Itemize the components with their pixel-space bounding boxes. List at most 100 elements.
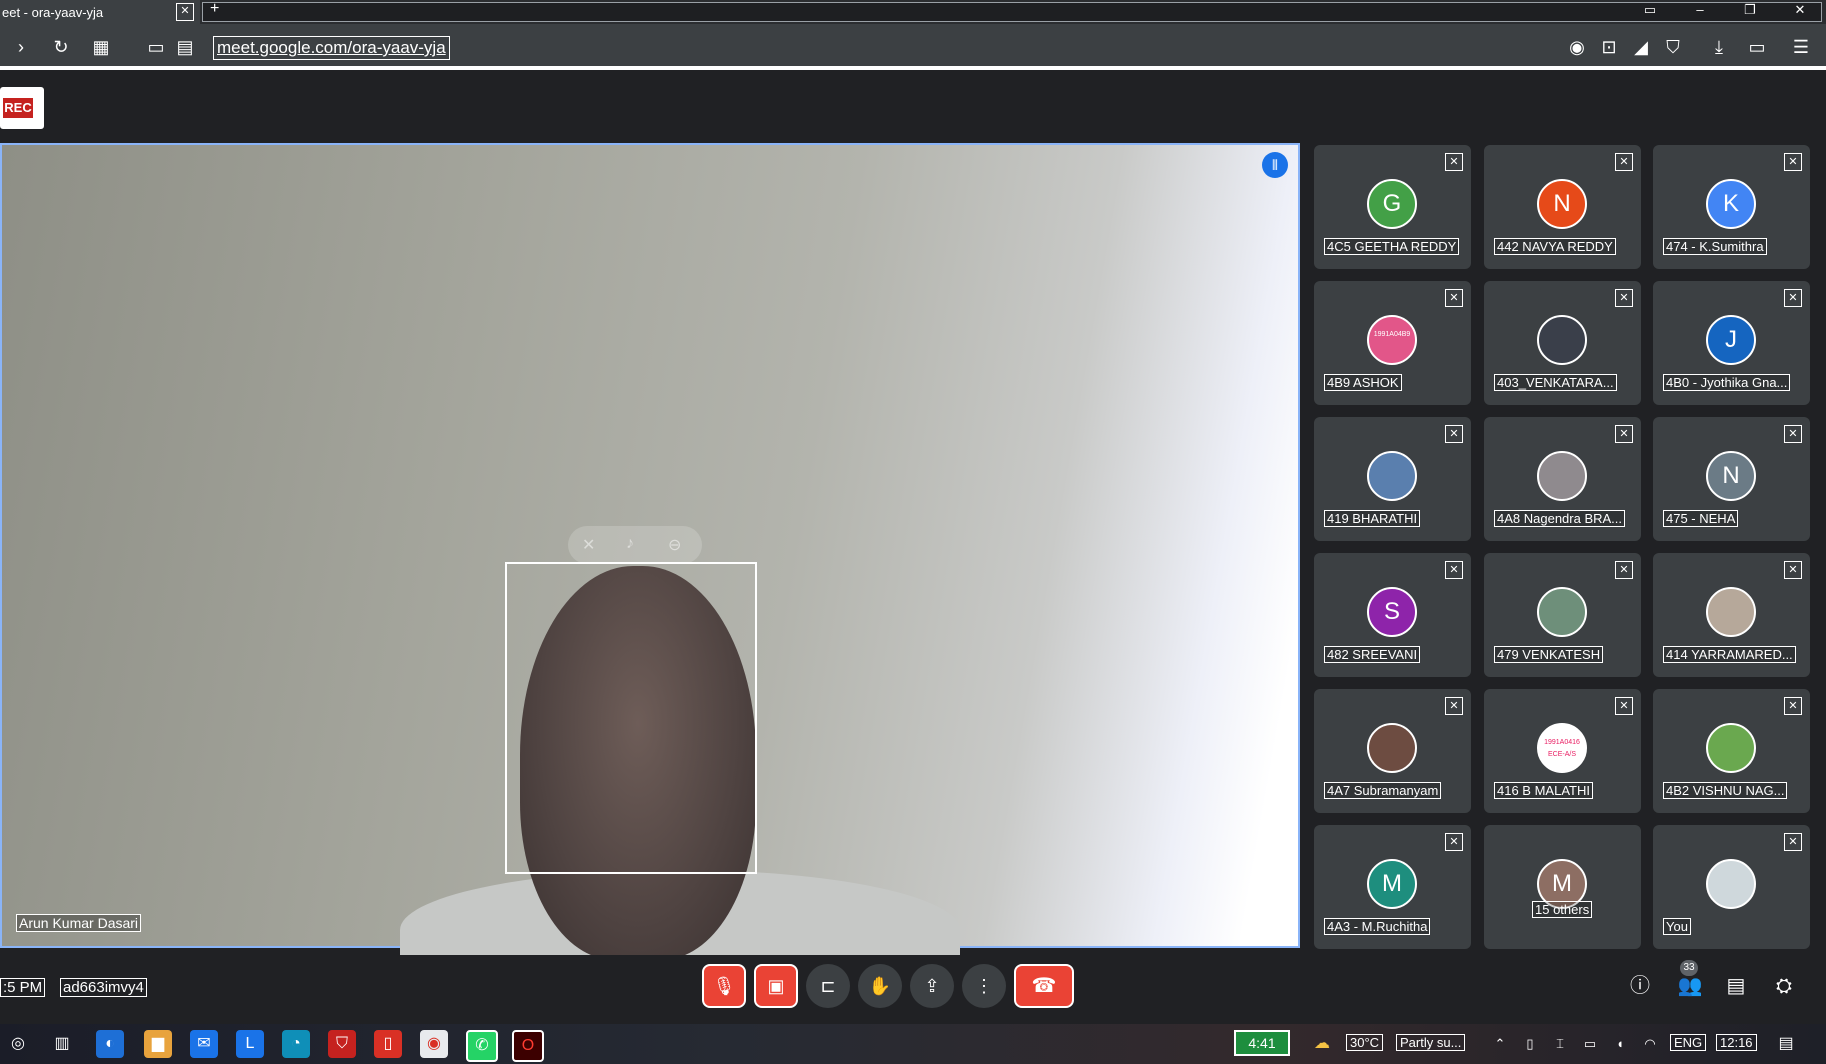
participant-name: You <box>1663 918 1691 935</box>
camera-off-icon: ✕ <box>1615 697 1633 715</box>
participant-tile[interactable]: ✕ G 4C5 GEETHA REDDY <box>1314 145 1471 269</box>
weather-desc[interactable]: Partly su... <box>1396 1034 1466 1051</box>
language-indicator[interactable]: ENG <box>1670 1034 1707 1051</box>
camera-off-icon: ✕ <box>1445 425 1463 443</box>
participant-name: 4C5 GEETHA REDDY <box>1324 238 1460 255</box>
file-explorer-icon[interactable]: ▆ <box>144 1030 172 1058</box>
device-icon[interactable]: ▯ <box>1516 1030 1544 1058</box>
task-view-icon[interactable]: ▥ <box>48 1030 76 1058</box>
recording-badge: REC <box>0 87 44 129</box>
participant-tile[interactable]: ✕ M 4A3 - M.Ruchitha <box>1314 825 1471 949</box>
snapshot-icon[interactable]: ⊡ <box>1598 36 1620 58</box>
start-icon[interactable]: ◎ <box>4 1030 32 1058</box>
screenshot-icon[interactable]: ▭ <box>145 36 167 58</box>
speed-dial-icon[interactable]: ▦ <box>90 36 112 58</box>
participant-name: 4B9 ASHOK <box>1324 374 1402 391</box>
notifications-icon[interactable]: ▤ <box>1772 1030 1800 1058</box>
participant-tile[interactable]: M 15 others <box>1484 825 1641 949</box>
raise-hand-button[interactable]: ✋ <box>858 964 902 1008</box>
weather-temp[interactable]: 30°C <box>1346 1034 1384 1051</box>
leave-call-button[interactable]: ☎ <box>1014 964 1074 1008</box>
avatar: J <box>1706 315 1756 365</box>
camera-off-icon: ✕ <box>1445 561 1463 579</box>
participant-tile[interactable]: ✕ N 475 - NEHA <box>1653 417 1810 541</box>
reload-icon[interactable]: ↻ <box>50 36 72 58</box>
whatsapp-icon[interactable]: ✆ <box>466 1030 498 1062</box>
participant-tile[interactable]: ✕ You <box>1653 825 1810 949</box>
speaker-name: Arun Kumar Dasari <box>16 914 142 932</box>
participant-tile[interactable]: ✕ 4A8 Nagendra BRA... <box>1484 417 1641 541</box>
opera-icon[interactable]: O <box>512 1030 544 1062</box>
participant-tile[interactable]: ✕ 1991A0416 ECE-A/S 416 B MALATHI <box>1484 689 1641 813</box>
avatar <box>1706 723 1756 773</box>
volume-icon[interactable]: ◖ <box>1606 1030 1634 1058</box>
more-options-button[interactable]: ⋮ <box>962 964 1006 1008</box>
camera-off-icon: ✕ <box>1784 561 1802 579</box>
avatar: 1991A0416 ECE-A/S <box>1537 723 1587 773</box>
avatar: G <box>1367 179 1417 229</box>
menu-icon[interactable]: ☰ <box>1790 36 1812 58</box>
battery-indicator[interactable]: 4:41 <box>1234 1030 1290 1056</box>
restore-icon[interactable]: ❐ <box>1740 2 1760 18</box>
clock[interactable]: 12:16 <box>1716 1034 1757 1051</box>
participant-tile[interactable]: ✕ 419 BHARATHI <box>1314 417 1471 541</box>
participant-name: 414 YARRAMARED... <box>1663 646 1796 663</box>
tab-strip <box>202 2 1822 22</box>
forward-icon[interactable]: › <box>10 36 32 58</box>
participant-tile[interactable]: ✕ 4B2 VISHNU NAG... <box>1653 689 1810 813</box>
remove-icon[interactable]: ⊖ <box>668 535 681 555</box>
tile-hover-controls[interactable]: ✕ ♪ ⊖ <box>568 526 702 564</box>
office-icon[interactable]: ▯ <box>374 1030 402 1058</box>
address-bar[interactable]: meet.google.com/ora-yaav-yja <box>213 36 450 60</box>
avatar <box>1537 587 1587 637</box>
mail-icon[interactable]: ✉ <box>190 1030 218 1058</box>
pin-icon[interactable]: ✕ <box>582 535 595 555</box>
new-tab-button[interactable]: + <box>210 0 219 18</box>
wifi-icon[interactable]: ◠ <box>1636 1030 1664 1058</box>
site-security-icon[interactable]: ▤ <box>174 36 196 58</box>
participant-tile[interactable]: ✕ N 442 NAVYA REDDY <box>1484 145 1641 269</box>
chat-icon[interactable]: ▤ <box>1722 972 1750 1000</box>
participant-tile[interactable]: ✕ 479 VENKATESH <box>1484 553 1641 677</box>
participant-tile[interactable]: ✕ 403_VENKATARA... <box>1484 281 1641 405</box>
download-icon[interactable]: ⤓ <box>1708 36 1730 58</box>
participant-tile[interactable]: ✕ 4A7 Subramanyam <box>1314 689 1471 813</box>
participant-tile[interactable]: ✕ K 474 - K.Sumithra <box>1653 145 1810 269</box>
send-icon[interactable]: ◢ <box>1630 36 1652 58</box>
minimize-icon[interactable]: – <box>1690 2 1710 18</box>
participant-tile[interactable]: ✕ J 4B0 - Jyothika Gna... <box>1653 281 1810 405</box>
captions-button[interactable]: ⊏ <box>806 964 850 1008</box>
meeting-info-icon[interactable]: ⓘ <box>1626 972 1654 1000</box>
edge-icon[interactable]: ◐ <box>96 1030 124 1058</box>
mute-icon[interactable]: ♪ <box>626 535 634 553</box>
participant-tile[interactable]: ✕ S 482 SREEVANI <box>1314 553 1471 677</box>
tab-close-icon[interactable]: ✕ <box>176 3 194 21</box>
camera-icon[interactable]: ◉ <box>1566 36 1588 58</box>
participant-name: 479 VENKATESH <box>1494 646 1604 663</box>
present-button[interactable]: ⇪ <box>910 964 954 1008</box>
weather-icon[interactable]: ☁ <box>1308 1030 1336 1058</box>
camera-off-icon: ✕ <box>1445 697 1463 715</box>
usb-icon[interactable]: ⌶ <box>1546 1030 1574 1058</box>
mic-off-button[interactable]: 🎙 <box>702 964 746 1008</box>
chrome-icon[interactable]: ◉ <box>420 1030 448 1058</box>
activities-icon[interactable]: ⛭ <box>1770 972 1798 1000</box>
security-app-icon[interactable]: ⛉ <box>328 1030 356 1058</box>
battery-icon[interactable]: ▭ <box>1576 1030 1604 1058</box>
avatar <box>1367 451 1417 501</box>
lens-icon[interactable]: L <box>236 1030 264 1058</box>
vpn-shield-icon[interactable]: ⛉ <box>1662 36 1684 58</box>
photos-icon[interactable]: ◔ <box>282 1030 310 1058</box>
camera-off-button[interactable]: ▣ <box>754 964 798 1008</box>
show-hidden-icons[interactable]: ⌃ <box>1486 1030 1514 1058</box>
participant-tile[interactable]: ✕ 414 YARRAMARED... <box>1653 553 1810 677</box>
camera-off-icon: ✕ <box>1784 833 1802 851</box>
close-window-icon[interactable]: ✕ <box>1790 2 1810 18</box>
participant-tile[interactable]: ✕ 1991A04B9 4B9 ASHOK <box>1314 281 1471 405</box>
browser-tab[interactable]: eet - ora-yaav-yja ✕ <box>0 0 200 24</box>
people-icon[interactable]: 👥 <box>1676 972 1704 1000</box>
recording-label: REC <box>3 98 33 118</box>
participant-name: 474 - K.Sumithra <box>1663 238 1767 255</box>
tab-search-icon[interactable]: ▭ <box>1640 2 1660 18</box>
sidebar-icon[interactable]: ▭ <box>1746 36 1768 58</box>
